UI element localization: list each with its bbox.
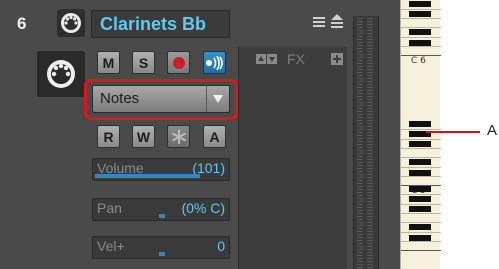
- pan-value: (0% C): [181, 200, 225, 216]
- velocity-fill: [159, 252, 165, 256]
- track-number: 6: [17, 14, 27, 33]
- track-name-field[interactable]: Clarinets Bb: [91, 10, 230, 38]
- white-key[interactable]: [401, 27, 441, 28]
- midi-port-icon[interactable]: [57, 9, 85, 37]
- black-key[interactable]: [409, 170, 431, 176]
- white-key[interactable]: [401, 157, 441, 158]
- white-key[interactable]: [401, 18, 441, 19]
- black-key[interactable]: [409, 11, 431, 17]
- fx-arrows-icon[interactable]: [256, 53, 278, 65]
- volume-slider[interactable]: Volume (101): [92, 158, 230, 181]
- input-echo-icon: [205, 55, 223, 70]
- white-key[interactable]: [401, 9, 441, 10]
- callout-label: A: [487, 122, 498, 139]
- black-key[interactable]: [409, 40, 431, 46]
- black-key[interactable]: [409, 141, 431, 147]
- black-key[interactable]: [409, 159, 431, 165]
- pan-label: Pan: [97, 200, 122, 216]
- white-key[interactable]: [401, 46, 441, 47]
- read-automation-button[interactable]: R: [97, 125, 120, 148]
- octave-label-c6: C 6: [411, 56, 426, 66]
- level-meter: [353, 16, 379, 269]
- black-key[interactable]: [409, 29, 431, 35]
- record-arm-button[interactable]: [167, 51, 190, 74]
- piano-keyboard[interactable]: C 6 C 5: [400, 0, 441, 269]
- velocity-label: Vel+: [97, 238, 125, 254]
- midi-output-icon[interactable]: [37, 51, 85, 97]
- white-key[interactable]: [401, 129, 441, 130]
- white-key[interactable]: [401, 232, 441, 233]
- fx-bin[interactable]: [238, 47, 347, 269]
- dropdown-arrow-icon[interactable]: [206, 86, 229, 112]
- fx-header: FX: [238, 49, 346, 69]
- velocity-slider[interactable]: Vel+ 0: [92, 236, 230, 259]
- input-echo-button[interactable]: [203, 51, 226, 74]
- record-icon: [172, 56, 185, 69]
- instrument-dropdown[interactable]: Notes: [92, 85, 230, 113]
- white-key[interactable]: [401, 194, 441, 195]
- arm-automation-button[interactable]: A: [203, 125, 226, 148]
- black-key[interactable]: [409, 186, 431, 192]
- white-key[interactable]: [401, 167, 441, 168]
- fx-label: FX: [287, 51, 305, 67]
- black-key[interactable]: [409, 196, 431, 202]
- write-automation-button[interactable]: W: [132, 125, 155, 148]
- white-key[interactable]: [401, 139, 441, 140]
- c-key-line[interactable]: [401, 55, 441, 56]
- menu-icon[interactable]: [313, 15, 325, 27]
- black-key[interactable]: [409, 235, 431, 241]
- white-key[interactable]: [401, 148, 441, 149]
- pan-fill: [159, 214, 165, 218]
- white-key[interactable]: [401, 213, 441, 214]
- callout-line: [426, 131, 480, 133]
- automation-star-icon: [171, 129, 186, 144]
- automation-star-button[interactable]: [167, 125, 190, 148]
- volume-fill: [95, 174, 200, 178]
- velocity-value: 0: [217, 238, 225, 254]
- mute-button[interactable]: M: [97, 51, 120, 74]
- white-key[interactable]: [401, 241, 441, 242]
- collapse-icon[interactable]: [331, 14, 343, 28]
- black-key[interactable]: [409, 206, 431, 212]
- black-key[interactable]: [409, 224, 431, 230]
- black-key[interactable]: [409, 1, 431, 7]
- pan-slider[interactable]: Pan (0% C): [92, 198, 230, 221]
- c-key-line[interactable]: [401, 250, 441, 251]
- solo-button[interactable]: S: [132, 51, 155, 74]
- instrument-dropdown-value: Notes: [100, 90, 140, 107]
- black-key[interactable]: [409, 121, 431, 127]
- white-key[interactable]: [401, 37, 441, 38]
- white-key[interactable]: [401, 222, 441, 223]
- white-key[interactable]: [401, 176, 441, 177]
- fx-add-icon[interactable]: [331, 52, 343, 65]
- white-key[interactable]: [401, 204, 441, 205]
